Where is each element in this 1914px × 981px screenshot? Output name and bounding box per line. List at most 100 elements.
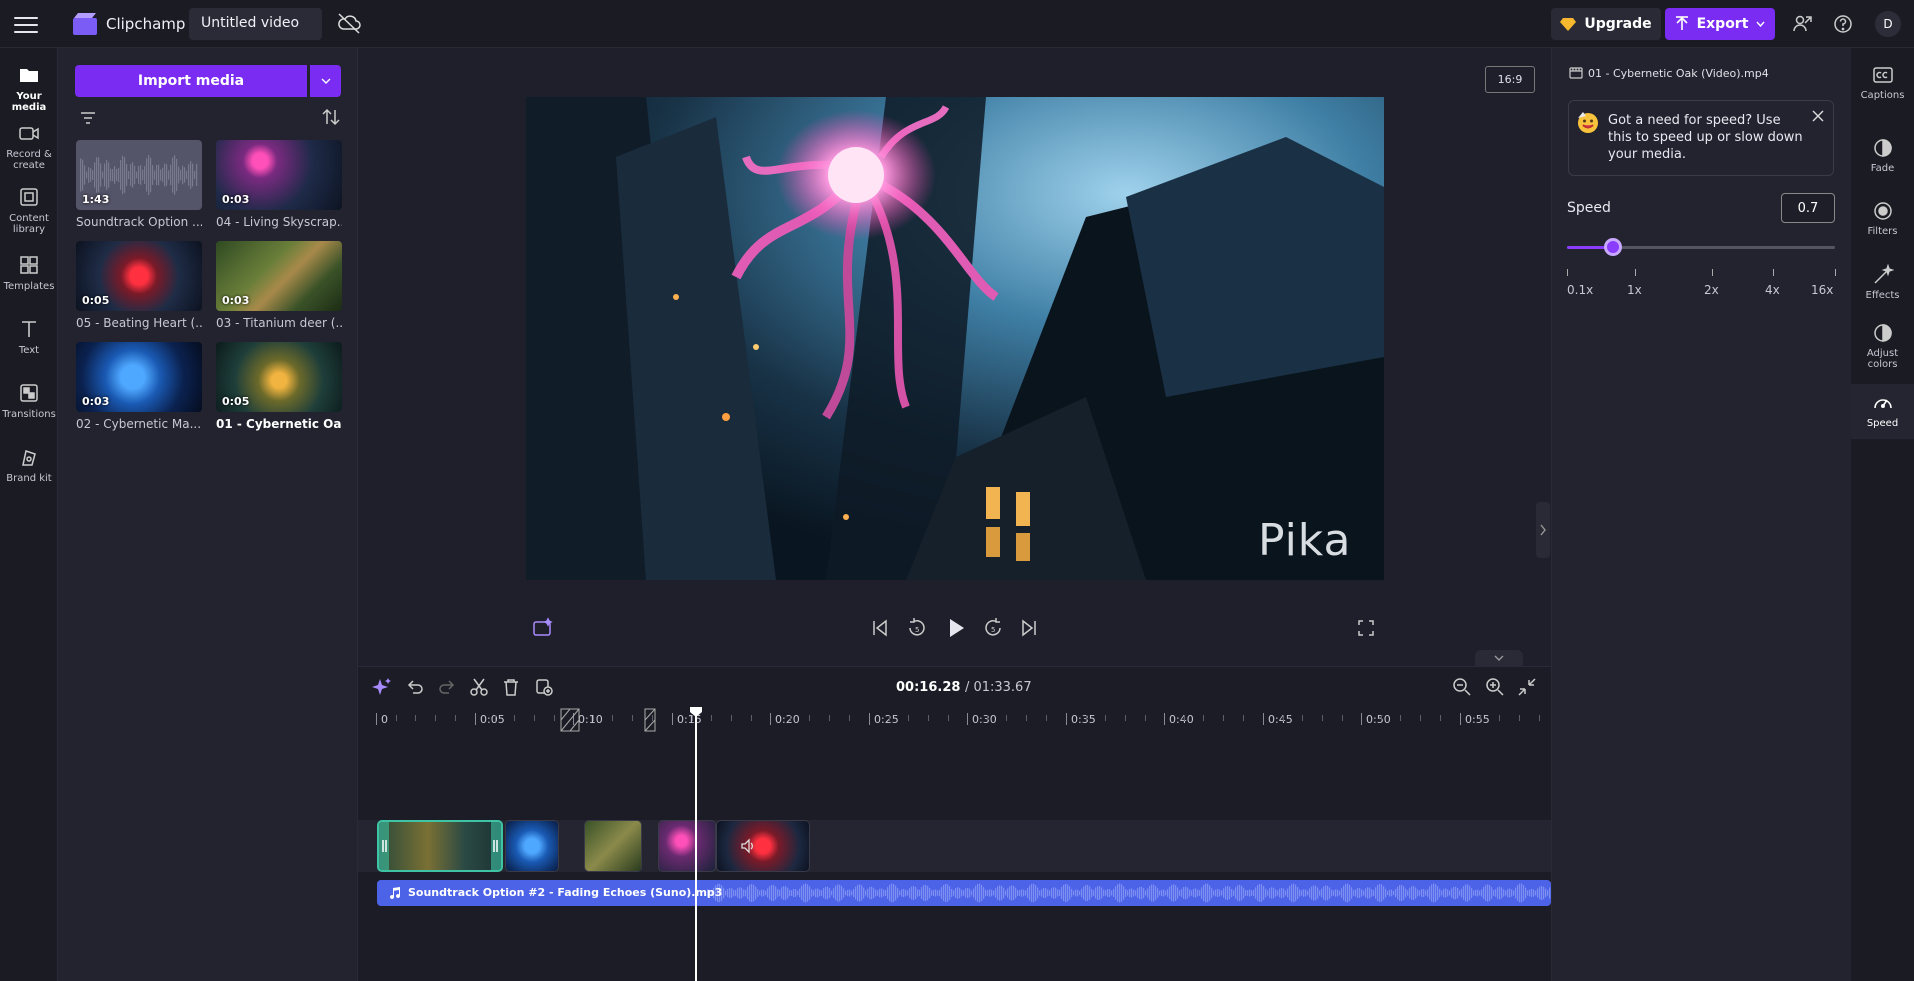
close-icon[interactable] [1810, 108, 1826, 124]
collapse-right-panel-button[interactable] [1536, 502, 1550, 558]
speed-tick [1567, 269, 1568, 276]
tab-speed[interactable]: Speed [1851, 384, 1914, 439]
duplicate-icon[interactable] [534, 677, 554, 697]
video-clip[interactable] [658, 820, 716, 872]
ruler-tick-label: 0:30 [972, 713, 997, 726]
ruler-minor-tick [534, 715, 535, 721]
nav-brand-kit[interactable]: Brand kit [0, 446, 58, 484]
tab-fade[interactable]: Fade [1851, 137, 1914, 174]
media-duration: 0:03 [82, 395, 110, 408]
filter-icon[interactable] [78, 108, 98, 128]
cloud-off-icon[interactable] [336, 12, 362, 34]
ruler-tick-label: 0:20 [775, 713, 800, 726]
undo-icon[interactable] [405, 677, 425, 697]
nav-record-create[interactable]: Record & create [0, 122, 58, 171]
zoom-in-icon[interactable] [1485, 677, 1505, 697]
folder-icon [20, 69, 38, 82]
play-icon[interactable] [944, 616, 968, 640]
share-people-icon[interactable] [1792, 13, 1814, 35]
chevron-down-icon [321, 78, 330, 84]
speed-slider-thumb[interactable] [1604, 238, 1622, 256]
menu-icon[interactable] [14, 14, 38, 34]
magic-sparkle-icon[interactable] [532, 617, 554, 639]
ruler-tick [1066, 713, 1067, 725]
upgrade-button[interactable]: Upgrade [1551, 8, 1661, 40]
nav-your-media[interactable]: Your media [0, 64, 58, 113]
ruler-minor-tick [1499, 715, 1500, 721]
gap-marker-icon[interactable] [560, 708, 580, 732]
tab-captions[interactable]: Captions [1851, 64, 1914, 101]
watermark: Pika [1258, 515, 1352, 566]
fullscreen-icon[interactable] [1355, 617, 1377, 639]
upgrade-label: Upgrade [1584, 16, 1652, 32]
tab-label: Adjust colors [1866, 348, 1899, 370]
scissors-icon[interactable] [469, 677, 489, 697]
speed-tick-label: 2x [1704, 283, 1719, 297]
nav-templates[interactable]: Templates [0, 254, 58, 292]
ai-sparkle-icon[interactable] [372, 677, 392, 697]
current-time: 00:16.28 [896, 680, 961, 695]
collapse-timeline-button[interactable] [1475, 650, 1523, 666]
media-item[interactable]: 0:03 03 - Titanium deer (...✓ [216, 241, 342, 330]
ruler-minor-tick [908, 715, 909, 721]
video-clip[interactable] [716, 820, 810, 872]
media-item[interactable]: 0:03 04 - Living Skyscrap...✓ [216, 140, 342, 229]
ruler-minor-tick [889, 715, 890, 721]
media-item[interactable]: 1:43 Soundtrack Option ... [76, 140, 202, 229]
nav-text[interactable]: Text [0, 318, 58, 356]
camera-icon [19, 127, 39, 140]
speed-tick-label: 4x [1765, 283, 1780, 297]
ruler-minor-tick [1381, 715, 1382, 721]
user-avatar[interactable]: D [1875, 11, 1901, 37]
media-name: 05 - Beating Heart (...✓ [76, 316, 202, 330]
ruler-minor-tick [632, 715, 633, 721]
video-clip[interactable] [584, 820, 642, 872]
redo-icon[interactable] [437, 677, 457, 697]
video-preview[interactable] [526, 97, 1384, 580]
media-name: Soundtrack Option ... [76, 215, 202, 229]
video-clip-selected[interactable] [377, 820, 503, 872]
forward-5-icon[interactable]: 5 [982, 617, 1004, 639]
ruler-minor-tick [1539, 715, 1540, 721]
help-icon[interactable] [1832, 13, 1854, 35]
ruler-minor-tick [1105, 715, 1106, 721]
zoom-out-icon[interactable] [1452, 677, 1472, 697]
nav-transitions[interactable]: Transitions [0, 382, 58, 420]
media-item[interactable]: 0:05 05 - Beating Heart (...✓ [76, 241, 202, 330]
project-title-input[interactable]: Untitled video [189, 8, 322, 40]
playhead-handle-icon[interactable] [689, 706, 703, 718]
speed-value-input[interactable]: 0.7 [1781, 193, 1835, 223]
rewind-5-icon[interactable]: 5 [906, 617, 928, 639]
playhead[interactable] [695, 712, 697, 981]
tab-adjust-colors[interactable]: Adjust colors [1851, 322, 1914, 370]
video-clip[interactable] [505, 820, 559, 872]
ruler-minor-tick [711, 715, 712, 721]
nav-label: Content library [9, 213, 49, 235]
ruler-minor-tick [1086, 715, 1087, 721]
trash-icon[interactable] [501, 677, 521, 697]
skip-forward-icon[interactable] [1018, 617, 1040, 639]
chevron-down-icon [1756, 21, 1765, 27]
media-thumbnail: 0:03 [216, 241, 342, 311]
ruler-tick [1263, 713, 1264, 725]
import-dropdown-button[interactable] [310, 65, 341, 97]
media-item[interactable]: 0:05 01 - Cybernetic Oa...✓ [216, 342, 342, 431]
aspect-ratio-button[interactable]: 16:9 [1485, 66, 1535, 93]
ruler-minor-tick [1006, 715, 1007, 721]
skip-back-icon[interactable] [869, 617, 891, 639]
ruler-minor-tick [554, 715, 555, 721]
export-button[interactable]: Export [1665, 8, 1775, 40]
fit-timeline-icon[interactable] [1517, 677, 1537, 697]
text-icon [22, 321, 36, 337]
media-name: 02 - Cybernetic Ma...✓ [76, 417, 202, 431]
media-item[interactable]: 0:03 02 - Cybernetic Ma...✓ [76, 342, 202, 431]
sort-icon[interactable] [320, 106, 342, 128]
ruler-minor-tick [751, 715, 752, 721]
ruler-tick-label: 0:55 [1465, 713, 1490, 726]
gap-marker-icon[interactable] [644, 708, 656, 732]
tab-filters[interactable]: Filters [1851, 200, 1914, 237]
speed-label: Speed [1567, 200, 1611, 216]
nav-content-library[interactable]: Content library [0, 186, 58, 235]
tab-effects[interactable]: Effects [1851, 264, 1914, 301]
import-media-button[interactable]: Import media [75, 65, 307, 97]
